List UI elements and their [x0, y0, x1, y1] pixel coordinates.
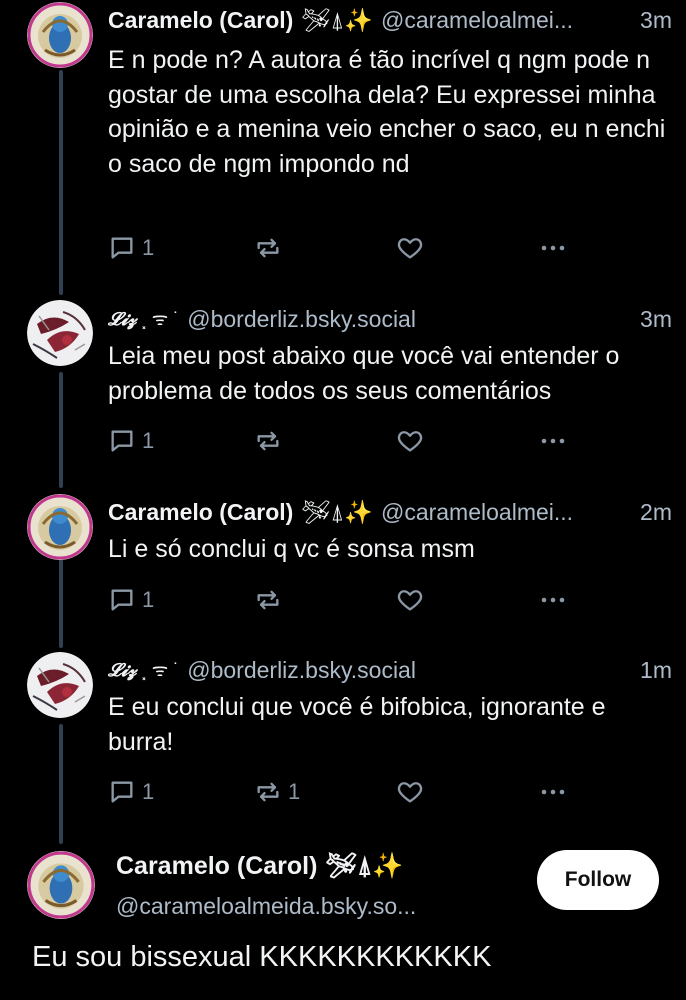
heart-icon: [396, 586, 424, 614]
reply-icon: [108, 427, 136, 455]
repost-icon: [254, 586, 282, 614]
more-icon: [538, 778, 568, 806]
name-decoration: 🛩⍋✨: [301, 498, 373, 525]
avatar[interactable]: [27, 300, 93, 366]
like-button[interactable]: [396, 585, 424, 615]
post-actions: 1: [108, 426, 578, 456]
repost-button[interactable]: [254, 585, 288, 615]
reply-button[interactable]: 1: [108, 777, 154, 807]
repost-button[interactable]: [254, 233, 288, 263]
reply-button[interactable]: 1: [108, 233, 154, 263]
author-name[interactable]: 𝓛𝓲𝔃: [108, 660, 137, 681]
post-text: E n pode n? A autora é tão incrível q ng…: [108, 46, 666, 178]
heart-icon: [396, 778, 424, 806]
post-time: 3m: [640, 305, 672, 332]
more-options-button[interactable]: [538, 426, 568, 456]
thread-line: [59, 372, 63, 488]
repost-icon: [254, 234, 282, 262]
author-handle[interactable]: @carameloalmei...: [381, 7, 630, 34]
like-button[interactable]: [396, 777, 424, 807]
repost-button[interactable]: [254, 426, 288, 456]
post-header: 𝓛𝓲𝔃 ⸼ ᯤ ˙ @borderliz.bsky.social 3m: [108, 302, 672, 336]
post-text: E eu conclui que você é bifobica, ignora…: [108, 693, 606, 756]
reply-icon: [108, 586, 136, 614]
main-post-text: Eu sou bissexual KKKKKKKKKKKK: [32, 941, 492, 973]
post-actions: 1 1: [108, 777, 578, 807]
thread-line: [59, 70, 63, 295]
post-text: Li e só conclui q vc é sonsa msm: [108, 535, 475, 563]
avatar[interactable]: [27, 652, 93, 718]
main-author-name: Caramelo (Carol): [116, 851, 318, 880]
reply-count: 1: [142, 235, 155, 260]
heart-icon: [396, 427, 424, 455]
like-button[interactable]: [396, 233, 424, 263]
reply-count: 1: [142, 779, 155, 804]
more-icon: [538, 234, 568, 262]
main-post-author[interactable]: Caramelo (Carol) 🛩⍋✨: [116, 849, 403, 883]
author-name[interactable]: 𝓛𝓲𝔃: [108, 309, 137, 330]
post-time: 1m: [640, 656, 672, 683]
like-button[interactable]: [396, 426, 424, 456]
thread-line: [59, 546, 63, 648]
more-options-button[interactable]: [538, 233, 568, 263]
more-options-button[interactable]: [538, 777, 568, 807]
follow-button[interactable]: Follow: [537, 850, 659, 910]
post-actions: 1: [108, 233, 578, 263]
reply-button[interactable]: 1: [108, 585, 154, 615]
post-header: Caramelo (Carol) 🛩⍋✨ @carameloalmei... 3…: [108, 3, 672, 37]
name-decoration: 🛩⍋✨: [325, 851, 404, 880]
post-actions: 1: [108, 585, 578, 615]
more-icon: [538, 427, 568, 455]
more-options-button[interactable]: [538, 585, 568, 615]
repost-icon: [254, 778, 282, 806]
reply-count: 1: [142, 587, 155, 612]
name-decoration: 🛩⍋✨: [301, 6, 373, 33]
heart-icon: [396, 234, 424, 262]
author-handle[interactable]: @borderliz.bsky.social: [187, 306, 630, 333]
post-time: 2m: [640, 498, 672, 525]
main-post-handle[interactable]: @carameloalmeida.bsky.so...: [116, 893, 416, 920]
repost-button[interactable]: 1: [254, 777, 300, 807]
author-handle[interactable]: @carameloalmei...: [381, 499, 630, 526]
avatar[interactable]: [27, 2, 93, 68]
post-time: 3m: [640, 6, 672, 33]
reply-icon: [108, 234, 136, 262]
author-handle[interactable]: @borderliz.bsky.social: [187, 657, 630, 684]
repost-count: 1: [288, 779, 301, 804]
more-icon: [538, 586, 568, 614]
main-post-avatar[interactable]: [27, 851, 95, 919]
reply-count: 1: [142, 428, 155, 453]
name-decoration: ⸼ ᯤ ˙: [142, 660, 180, 680]
post-header: Caramelo (Carol) 🛩⍋✨ @carameloalmei... 2…: [108, 495, 672, 529]
author-name[interactable]: Caramelo (Carol): [108, 499, 293, 526]
reply-icon: [108, 778, 136, 806]
author-name[interactable]: Caramelo (Carol): [108, 7, 293, 34]
post-text: Leia meu post abaixo que você vai entend…: [108, 342, 620, 405]
reply-button[interactable]: 1: [108, 426, 154, 456]
post-header: 𝓛𝓲𝔃 ⸼ ᯤ ˙ @borderliz.bsky.social 1m: [108, 653, 672, 687]
name-decoration: ⸼ ᯤ ˙: [142, 309, 180, 329]
avatar[interactable]: [27, 494, 93, 560]
repost-icon: [254, 427, 282, 455]
thread-line: [59, 724, 63, 844]
